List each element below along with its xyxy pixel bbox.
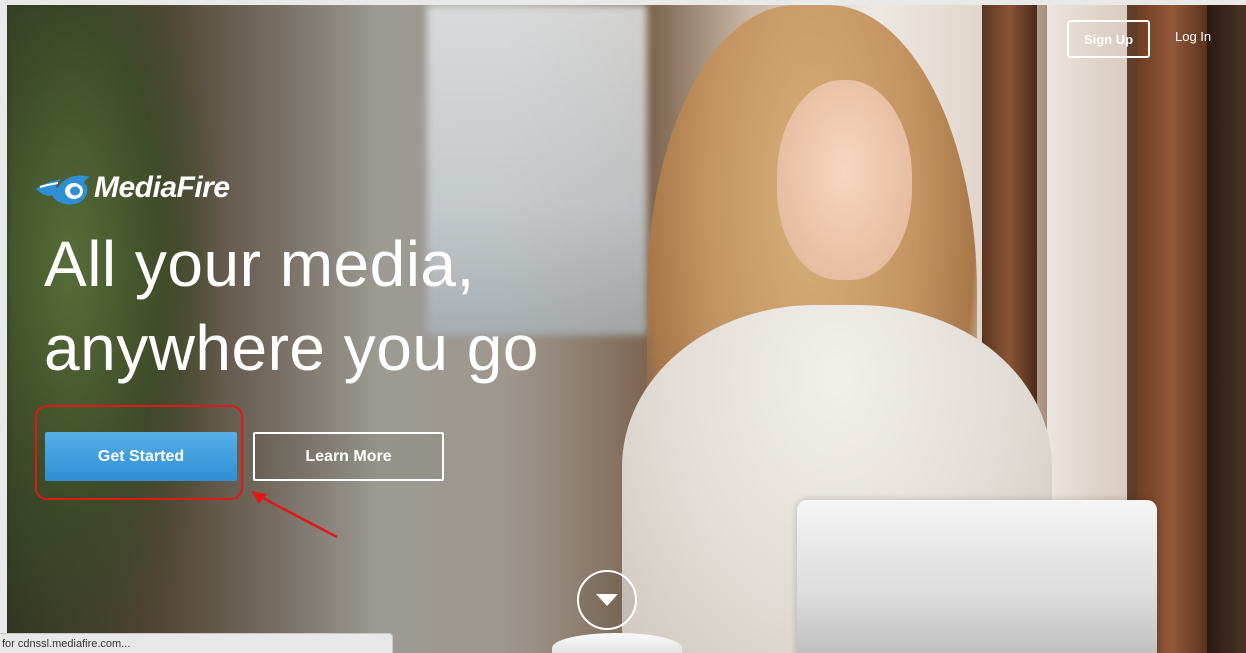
headline-line-1: All your media, <box>44 228 475 300</box>
background-wood-panel <box>1207 5 1246 653</box>
learn-more-button[interactable]: Learn More <box>253 432 444 481</box>
log-in-link[interactable]: Log In <box>1175 29 1211 44</box>
hero-photo-laptop <box>797 500 1157 653</box>
chevron-down-icon <box>596 594 618 606</box>
hero-photo-face <box>777 80 912 280</box>
mediafire-logo[interactable]: MediaFire <box>34 168 230 208</box>
sign-up-button[interactable]: Sign Up <box>1067 20 1150 58</box>
hero-headline: All your media, anywhere you go <box>44 222 539 390</box>
browser-status-bar: for cdnssl.mediafire.com... <box>0 633 393 653</box>
annotation-arrow-icon <box>251 491 338 539</box>
flame-logo-icon <box>36 175 90 205</box>
annotation-highlight-box <box>35 405 243 500</box>
headline-line-2: anywhere you go <box>44 312 539 384</box>
page: Sign Up Log In MediaFire All your media,… <box>0 0 1246 653</box>
logo-text: MediaFire <box>94 171 230 204</box>
scroll-down-button[interactable] <box>577 570 637 630</box>
